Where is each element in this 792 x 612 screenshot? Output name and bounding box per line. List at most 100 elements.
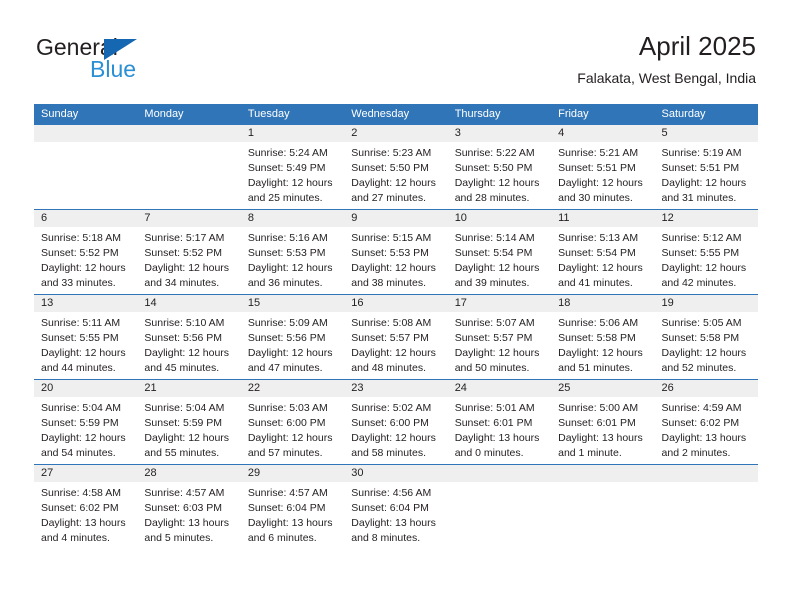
daylight-duration-line2: and 1 minute. bbox=[558, 447, 622, 459]
calendar-day-cell[interactable]: 26 Sunrise: 4:59 AM Sunset: 6:02 PM Dayligh… bbox=[654, 379, 758, 465]
day-number: 12 bbox=[654, 210, 758, 227]
calendar-day-cell[interactable]: 24 Sunrise: 5:01 AM Sunset: 6:01 PM Dayligh… bbox=[447, 379, 552, 465]
day-number bbox=[551, 465, 655, 482]
day-number: 22 bbox=[240, 380, 345, 397]
calendar-day-cell[interactable]: 4 Sunrise: 5:21 AM Sunset: 5:51 PM Daylight… bbox=[551, 125, 655, 210]
calendar-day-cell[interactable]: 13 Sunrise: 5:11 AM Sunset: 5:55 PM Dayligh… bbox=[34, 294, 138, 380]
daylight-duration-line2: and 58 minutes. bbox=[351, 447, 426, 459]
calendar-day-cell[interactable]: 8 Sunrise: 5:16 AM Sunset: 5:53 PM Daylight… bbox=[240, 209, 345, 295]
sunrise-time: Sunrise: 5:13 AM bbox=[558, 232, 639, 244]
weekday-header-sunday: Sunday bbox=[34, 104, 138, 125]
calendar-day-cell[interactable]: 19 Sunrise: 5:05 AM Sunset: 5:58 PM Dayligh… bbox=[654, 294, 758, 380]
day-number bbox=[654, 465, 758, 482]
calendar-day-cell[interactable] bbox=[551, 464, 655, 549]
sunset-time: Sunset: 6:01 PM bbox=[558, 417, 636, 429]
calendar-day-cell[interactable]: 1 Sunrise: 5:24 AM Sunset: 5:49 PM Daylight… bbox=[240, 125, 345, 210]
sunrise-time: Sunrise: 4:56 AM bbox=[351, 487, 432, 499]
daylight-duration-line1: Daylight: 12 hours bbox=[351, 432, 436, 444]
calendar-day-cell[interactable]: 21 Sunrise: 5:04 AM Sunset: 5:59 PM Dayligh… bbox=[137, 379, 241, 465]
day-details: Sunrise: 5:12 AM Sunset: 5:55 PM Daylight:… bbox=[655, 227, 758, 291]
day-cell-inner bbox=[654, 465, 758, 549]
calendar-day-cell[interactable]: 9 Sunrise: 5:15 AM Sunset: 5:53 PM Daylight… bbox=[344, 209, 448, 295]
daylight-duration-line1: Daylight: 12 hours bbox=[558, 177, 643, 189]
calendar-day-cell[interactable] bbox=[34, 125, 138, 210]
day-details: Sunrise: 5:08 AM Sunset: 5:57 PM Daylight:… bbox=[344, 312, 447, 376]
calendar-day-cell[interactable]: 12 Sunrise: 5:12 AM Sunset: 5:55 PM Dayligh… bbox=[654, 209, 758, 295]
day-details: Sunrise: 5:18 AM Sunset: 5:52 PM Daylight:… bbox=[34, 227, 137, 291]
daylight-duration-line2: and 25 minutes. bbox=[247, 192, 323, 204]
calendar-day-cell[interactable]: 27 Sunrise: 4:58 AM Sunset: 6:02 PM Dayligh… bbox=[34, 464, 138, 549]
daylight-duration-line2: and 38 minutes. bbox=[351, 277, 426, 289]
calendar-day-cell[interactable]: 16 Sunrise: 5:08 AM Sunset: 5:57 PM Dayligh… bbox=[344, 294, 448, 380]
day-details: Sunrise: 5:16 AM Sunset: 5:53 PM Daylight:… bbox=[241, 227, 344, 291]
day-details: Sunrise: 5:05 AM Sunset: 5:58 PM Daylight:… bbox=[655, 312, 758, 376]
day-number: 2 bbox=[344, 125, 448, 142]
calendar-day-cell[interactable]: 5 Sunrise: 5:19 AM Sunset: 5:51 PM Daylight… bbox=[654, 125, 758, 210]
daylight-duration-line1: Daylight: 13 hours bbox=[661, 432, 747, 444]
day-cell-inner bbox=[447, 465, 552, 549]
calendar-day-cell[interactable]: 3 Sunrise: 5:22 AM Sunset: 5:50 PM Daylight… bbox=[447, 125, 552, 210]
calendar-day-cell[interactable]: 11 Sunrise: 5:13 AM Sunset: 5:54 PM Dayligh… bbox=[551, 209, 655, 295]
sunset-time: Sunset: 6:04 PM bbox=[351, 502, 429, 514]
daylight-duration-line2: and 47 minutes. bbox=[247, 362, 323, 374]
daylight-duration-line2: and 27 minutes. bbox=[351, 192, 426, 204]
sunrise-time: Sunrise: 5:02 AM bbox=[351, 402, 432, 414]
day-details: Sunrise: 5:21 AM Sunset: 5:51 PM Daylight:… bbox=[551, 142, 654, 206]
calendar-day-cell[interactable]: 23 Sunrise: 5:02 AM Sunset: 6:00 PM Dayligh… bbox=[344, 379, 448, 465]
calendar-day-cell[interactable]: 18 Sunrise: 5:06 AM Sunset: 5:58 PM Dayligh… bbox=[551, 294, 655, 380]
sunrise-time: Sunrise: 5:21 AM bbox=[558, 147, 639, 159]
sunset-time: Sunset: 5:59 PM bbox=[41, 417, 119, 429]
day-cell-inner: 12 Sunrise: 5:12 AM Sunset: 5:55 PM Dayligh… bbox=[654, 210, 758, 294]
daylight-duration-line2: and 52 minutes. bbox=[661, 362, 737, 374]
day-cell-inner: 18 Sunrise: 5:06 AM Sunset: 5:58 PM Dayligh… bbox=[551, 295, 655, 379]
day-number: 16 bbox=[344, 295, 448, 312]
calendar-day-cell[interactable]: 6 Sunrise: 5:18 AM Sunset: 5:52 PM Daylight… bbox=[34, 209, 138, 295]
calendar-day-cell[interactable]: 14 Sunrise: 5:10 AM Sunset: 5:56 PM Dayligh… bbox=[137, 294, 241, 380]
daylight-duration-line2: and 50 minutes. bbox=[454, 362, 530, 374]
day-number: 6 bbox=[34, 210, 138, 227]
calendar-day-cell[interactable]: 10 Sunrise: 5:14 AM Sunset: 5:54 PM Dayligh… bbox=[447, 209, 552, 295]
daylight-duration-line2: and 55 minutes. bbox=[144, 447, 220, 459]
sunrise-time: Sunrise: 5:12 AM bbox=[661, 232, 742, 244]
weekday-header-wednesday: Wednesday bbox=[344, 104, 448, 125]
day-details: Sunrise: 5:09 AM Sunset: 5:56 PM Daylight:… bbox=[241, 312, 344, 376]
calendar-day-cell[interactable]: 30 Sunrise: 4:56 AM Sunset: 6:04 PM Dayligh… bbox=[344, 464, 448, 549]
daylight-duration-line2: and 45 minutes. bbox=[144, 362, 220, 374]
calendar-day-cell[interactable] bbox=[654, 464, 758, 549]
general-blue-logo[interactable]: General Blue bbox=[36, 34, 236, 86]
day-number: 7 bbox=[137, 210, 241, 227]
calendar-day-cell[interactable]: 2 Sunrise: 5:23 AM Sunset: 5:50 PM Daylight… bbox=[344, 125, 448, 210]
daylight-duration-line1: Daylight: 13 hours bbox=[454, 432, 540, 444]
calendar-day-cell[interactable]: 17 Sunrise: 5:07 AM Sunset: 5:57 PM Dayligh… bbox=[447, 294, 552, 380]
day-number: 24 bbox=[447, 380, 552, 397]
calendar-day-cell[interactable]: 22 Sunrise: 5:03 AM Sunset: 6:00 PM Dayligh… bbox=[240, 379, 345, 465]
daylight-duration-line1: Daylight: 12 hours bbox=[351, 347, 436, 359]
sunrise-time: Sunrise: 5:22 AM bbox=[454, 147, 535, 159]
daylight-duration-line1: Daylight: 13 hours bbox=[41, 517, 126, 529]
calendar-day-cell[interactable]: 15 Sunrise: 5:09 AM Sunset: 5:56 PM Dayligh… bbox=[240, 294, 345, 380]
daylight-duration-line1: Daylight: 13 hours bbox=[558, 432, 643, 444]
day-details: Sunrise: 5:15 AM Sunset: 5:53 PM Daylight:… bbox=[344, 227, 447, 291]
sunset-time: Sunset: 5:50 PM bbox=[454, 162, 533, 174]
day-details: Sunrise: 5:19 AM Sunset: 5:51 PM Daylight:… bbox=[655, 142, 758, 206]
calendar-week-row: 1 Sunrise: 5:24 AM Sunset: 5:49 PM Daylight… bbox=[34, 125, 758, 210]
calendar-day-cell[interactable] bbox=[447, 464, 552, 549]
calendar-day-cell[interactable]: 25 Sunrise: 5:00 AM Sunset: 6:01 PM Dayligh… bbox=[551, 379, 655, 465]
day-number: 18 bbox=[551, 295, 655, 312]
day-number: 10 bbox=[447, 210, 552, 227]
sunrise-time: Sunrise: 5:14 AM bbox=[454, 232, 535, 244]
calendar-day-cell[interactable]: 20 Sunrise: 5:04 AM Sunset: 5:59 PM Dayligh… bbox=[34, 379, 138, 465]
day-cell-inner: 21 Sunrise: 5:04 AM Sunset: 5:59 PM Dayligh… bbox=[137, 380, 241, 464]
calendar-day-cell[interactable]: 7 Sunrise: 5:17 AM Sunset: 5:52 PM Daylight… bbox=[137, 209, 241, 295]
calendar-container: Sunday Monday Tuesday Wednesday Thursday… bbox=[34, 104, 758, 549]
day-number bbox=[137, 125, 241, 142]
calendar-day-cell[interactable]: 29 Sunrise: 4:57 AM Sunset: 6:04 PM Dayligh… bbox=[240, 464, 345, 549]
calendar-day-cell[interactable] bbox=[137, 125, 241, 210]
sunset-time: Sunset: 5:55 PM bbox=[41, 332, 119, 344]
day-cell-inner: 7 Sunrise: 5:17 AM Sunset: 5:52 PM Daylight… bbox=[137, 210, 241, 294]
day-cell-inner: 3 Sunrise: 5:22 AM Sunset: 5:50 PM Daylight… bbox=[447, 125, 552, 209]
sunrise-time: Sunrise: 5:07 AM bbox=[454, 317, 535, 329]
calendar-day-cell[interactable]: 28 Sunrise: 4:57 AM Sunset: 6:03 PM Dayligh… bbox=[137, 464, 241, 549]
calendar-head: Sunday Monday Tuesday Wednesday Thursday… bbox=[34, 104, 758, 125]
day-cell-inner bbox=[551, 465, 655, 549]
